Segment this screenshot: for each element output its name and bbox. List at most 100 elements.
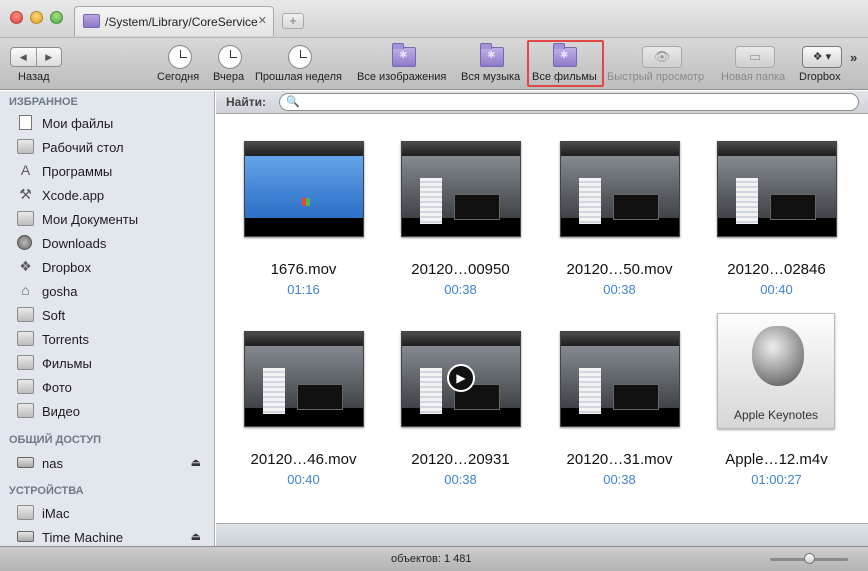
tab-close-icon[interactable]: ✕	[258, 14, 267, 27]
toolbar-item-label: Быстрый просмотр	[607, 71, 705, 83]
file-duration: 00:38	[444, 282, 477, 297]
sidebar-item-dropbox[interactable]: ❖ Dropbox	[0, 255, 214, 279]
xcode-icon: ⚒	[19, 186, 32, 202]
toolbar-overflow-icon[interactable]: »	[850, 50, 857, 65]
forward-arrow-icon[interactable]: ▶	[37, 48, 62, 66]
tab-current[interactable]: /System/Library/CoreServices ✕	[74, 6, 274, 36]
file-item[interactable]: Apple Keynotes Apple…12.m4v 01:00:27	[689, 305, 839, 487]
file-item[interactable]: 20120…02846 00:40	[689, 115, 839, 297]
video-thumbnail: ▶	[401, 331, 521, 427]
search-icon: 🔍	[286, 96, 300, 108]
toolbar-item-label: Новая папка	[721, 71, 786, 83]
sidebar-item-label: nas	[42, 456, 63, 471]
sidebar-item-my-documents[interactable]: Мои Документы	[0, 207, 214, 231]
file-name: 20120…50.mov	[566, 261, 673, 278]
toolbar-item-label: Вчера	[213, 71, 245, 83]
sidebar-item-time-machine[interactable]: Time Machine ⏏	[0, 525, 214, 546]
search-input[interactable]: 🔍	[279, 93, 859, 111]
sidebar-item-label: Мои Документы	[42, 212, 139, 227]
toolbar-yesterday-button[interactable]: Вчера	[210, 38, 250, 90]
smart-folder-icon	[392, 43, 416, 67]
sidebar-item-torrents[interactable]: Torrents	[0, 327, 214, 351]
sidebar-item-label: Рабочий стол	[42, 140, 124, 155]
file-item[interactable]: ▶ 20120…20931 00:38	[373, 305, 523, 487]
sidebar-item-imac[interactable]: iMac	[0, 501, 214, 525]
status-bar: объектов: 1 481	[0, 546, 868, 571]
sidebar-item-label: Мои файлы	[42, 116, 114, 131]
toolbar-all-images-button[interactable]: Все изображения	[356, 38, 452, 90]
sidebar-item-video[interactable]: Видео	[0, 399, 214, 423]
new-tab-button[interactable]: +	[282, 13, 304, 29]
file-item[interactable]: 20120…50.mov 00:38	[532, 115, 682, 297]
home-icon: ⌂	[21, 282, 30, 298]
toolbar-item-label: Dropbox	[799, 71, 841, 83]
back-arrow-icon[interactable]: ◀	[11, 48, 37, 66]
eject-icon[interactable]: ⏏	[191, 456, 201, 469]
sidebar-header-shared: ОБЩИЙ ДОСТУП	[9, 434, 102, 446]
smart-folder-icon	[83, 14, 100, 28]
sidebar-item-soft[interactable]: Soft	[0, 303, 214, 327]
sidebar-item-movies[interactable]: Фильмы	[0, 351, 214, 375]
file-grid: 1676.mov 01:16 20120…00950 00:38 20120…5…	[216, 115, 868, 523]
toolbar-new-folder-button[interactable]: ▭ Новая папка	[720, 38, 790, 90]
file-duration: 00:38	[603, 472, 636, 487]
back-forward-control[interactable]: ◀ ▶	[10, 47, 62, 67]
toolbar: ◀ ▶ Назад Сегодня Вчера Прошлая неделя В…	[0, 38, 868, 90]
sidebar-item-label: Downloads	[42, 236, 107, 251]
file-item[interactable]: 20120…46.mov 00:40	[216, 305, 366, 487]
sidebar-item-photos[interactable]: Фото	[0, 375, 214, 399]
sidebar-header-devices: УСТРОЙСТВА	[9, 485, 84, 497]
sidebar-item-all-files[interactable]: Мои файлы	[0, 111, 214, 135]
file-name: 20120…20931	[411, 451, 510, 468]
folder-icon	[17, 211, 34, 226]
file-item[interactable]: 20120…00950 00:38	[373, 115, 523, 297]
title-bar: /System/Library/CoreServices ✕ +	[0, 0, 868, 38]
video-thumbnail	[401, 141, 521, 237]
file-name: Apple…12.m4v	[725, 451, 828, 468]
network-drive-icon	[17, 457, 34, 468]
apple-keynotes-thumbnail: Apple Keynotes	[717, 313, 835, 429]
downloads-icon	[17, 235, 32, 250]
sidebar-item-label: Фильмы	[42, 356, 92, 371]
sidebar-item-label: Видео	[42, 404, 80, 419]
file-duration: 01:00:27	[751, 472, 802, 487]
clock-icon	[288, 45, 312, 69]
toolbar-item-label: Все изображения	[357, 71, 447, 83]
minimize-window-button[interactable]	[30, 11, 43, 24]
sidebar-item-nas[interactable]: nas ⏏	[0, 451, 214, 475]
file-duration: 00:40	[760, 282, 793, 297]
file-duration: 00:38	[444, 472, 477, 487]
toolbar-today-button[interactable]: Сегодня	[155, 38, 205, 90]
back-label: Назад	[18, 71, 50, 83]
video-thumbnail	[717, 141, 837, 237]
toolbar-quick-look-button[interactable]: 👁 Быстрый просмотр	[606, 38, 712, 90]
toolbar-dropbox-button[interactable]: ❖ ▾ Dropbox	[798, 38, 848, 90]
play-icon[interactable]: ▶	[447, 364, 475, 392]
search-bar: Найти: 🔍	[216, 91, 868, 114]
eye-icon: 👁	[642, 46, 682, 68]
sidebar-item-label: Фото	[42, 380, 72, 395]
zoom-window-button[interactable]	[50, 11, 63, 24]
eject-icon[interactable]: ⏏	[191, 530, 201, 543]
toolbar-last-week-button[interactable]: Прошлая неделя	[254, 38, 348, 90]
file-item[interactable]: 1676.mov 01:16	[216, 115, 366, 297]
sidebar-item-xcode[interactable]: ⚒ Xcode.app	[0, 183, 214, 207]
sidebar-item-downloads[interactable]: Downloads	[0, 231, 214, 255]
folder-icon	[17, 379, 34, 394]
close-window-button[interactable]	[10, 11, 23, 24]
sidebar-item-applications[interactable]: A Программы	[0, 159, 214, 183]
sidebar-item-home[interactable]: ⌂ gosha	[0, 279, 214, 303]
sidebar-item-desktop[interactable]: Рабочий стол	[0, 135, 214, 159]
sidebar-item-label: Dropbox	[42, 260, 92, 275]
toolbar-all-music-button[interactable]: Вся музыка	[460, 38, 522, 90]
video-thumbnail	[560, 331, 680, 427]
sidebar-item-label: Time Machine	[42, 530, 124, 545]
sidebar-item-label: gosha	[42, 284, 78, 299]
file-item[interactable]: 20120…31.mov 00:38	[532, 305, 682, 487]
thumbnail-caption: Apple Keynotes	[733, 408, 819, 422]
clock-icon	[168, 45, 192, 69]
slider-knob[interactable]	[804, 553, 815, 564]
smart-folder-icon	[480, 43, 504, 67]
video-thumbnail	[560, 141, 680, 237]
applications-icon: A	[20, 162, 31, 178]
